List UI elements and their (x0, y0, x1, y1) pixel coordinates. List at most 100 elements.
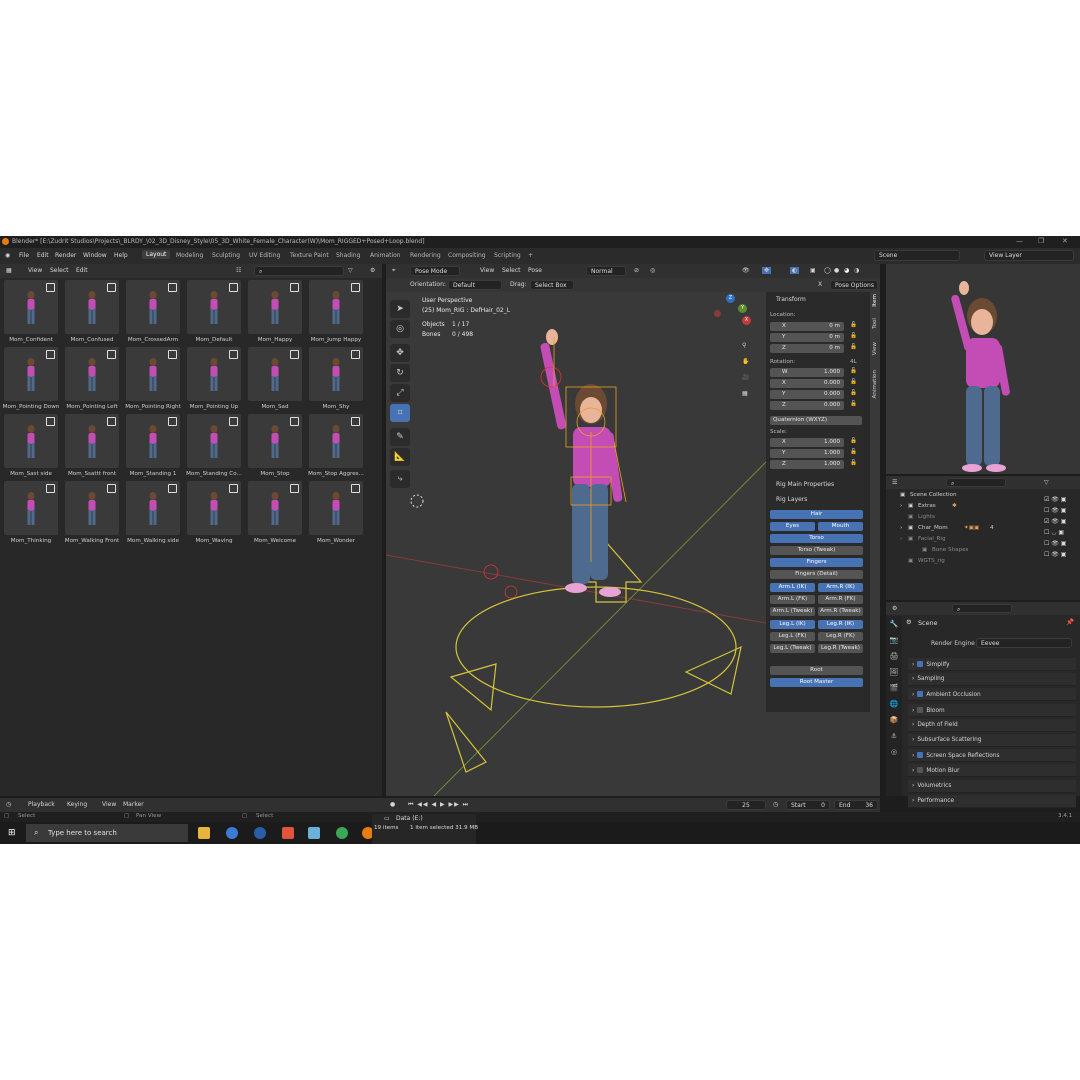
asset-thumbnail[interactable] (4, 481, 58, 535)
location-y-field[interactable]: Y0 m (770, 333, 844, 342)
playback-controls[interactable]: ⏮ ◀◀ ◀ ▶ ▶▶ ⏭ (408, 801, 469, 809)
lock-icon[interactable]: 🔓 (850, 438, 857, 444)
layer-leg-r-tweak-button[interactable]: Leg.R (Tweak) (818, 644, 863, 653)
layer-mouth-button[interactable]: Mouth (818, 522, 863, 531)
editor-type-icon[interactable]: ⚙ (892, 605, 897, 612)
render-section-depth-of-field[interactable]: › Depth of Field (908, 718, 1076, 732)
shading-wireframe-icon[interactable]: ◯ (824, 267, 831, 274)
menu-edit[interactable]: Edit (37, 252, 49, 259)
end-frame-field[interactable]: End 36 (834, 800, 878, 810)
editor-type-icon[interactable]: ◷ (6, 801, 11, 808)
enable-checkbox[interactable] (917, 706, 924, 713)
asset-thumbnail[interactable] (187, 347, 241, 401)
gizmo-z-axis[interactable]: Z (726, 294, 735, 303)
camera-view-icon[interactable]: 🎥 (742, 374, 749, 381)
edit-asset-icon[interactable] (290, 484, 299, 493)
explorer-preview-strip[interactable]: ▭ Data (E:) 19 items 1 item selected 31.… (372, 814, 478, 844)
add-workspace-button[interactable]: + (528, 252, 533, 259)
rotation-z-field[interactable]: Z 0.000 (770, 401, 844, 410)
proportional-edit-icon[interactable]: ◎ (650, 267, 655, 274)
asset-thumbnail[interactable] (187, 414, 241, 468)
render-engine-selector[interactable]: Eevee (976, 638, 1072, 648)
enable-checkbox[interactable] (917, 661, 924, 667)
visibility-icon[interactable]: 👁 (742, 267, 750, 274)
layer-leg-r-fk-button[interactable]: Leg.R (FK) (818, 632, 863, 641)
layer-root-master-button[interactable]: Root Master (770, 678, 863, 687)
pin-icon[interactable]: 📌 (1066, 618, 1074, 626)
editor-type-icon[interactable]: ⌖ (392, 267, 395, 275)
menu-file[interactable]: File (19, 252, 29, 259)
edit-asset-icon[interactable] (46, 283, 55, 292)
asset-thumbnail[interactable] (248, 481, 302, 535)
lock-icon[interactable]: 🔓 (850, 344, 857, 350)
sidebar-tab-view[interactable]: View (872, 342, 880, 355)
editor-type-icon[interactable]: ☰ (892, 479, 897, 486)
maximize-icon[interactable]: ❐ (1038, 237, 1044, 245)
menu-window[interactable]: Window (83, 252, 107, 259)
layer-leg-l-ik-button[interactable]: Leg.L (IK) (770, 620, 815, 629)
filter-icon[interactable]: ▽ (348, 267, 353, 274)
tool-measure[interactable]: 📐 (390, 448, 410, 466)
windows-start-icon[interactable]: ⊞ (8, 828, 16, 838)
asset-thumbnail[interactable] (4, 414, 58, 468)
asset-menu-view[interactable]: View (28, 267, 42, 274)
edit-asset-icon[interactable] (46, 417, 55, 426)
edit-asset-icon[interactable] (351, 484, 360, 493)
layer-fingers-detail-button[interactable]: Fingers (Detail) (770, 570, 863, 579)
workspace-tab-uv-editing[interactable]: UV Editing (249, 252, 280, 259)
rotation-lock-flag[interactable]: 4L (850, 359, 857, 365)
layer-fingers-button[interactable]: Fingers (770, 558, 863, 567)
timeline-menu-keying[interactable]: Keying (67, 801, 87, 808)
mirror-x-toggle[interactable]: X (818, 281, 822, 288)
edit-asset-icon[interactable] (107, 283, 116, 292)
editor-type-icon[interactable]: ▦ (6, 267, 12, 274)
workspace-tab-animation[interactable]: Animation (370, 252, 401, 259)
transform-space-selector[interactable]: Normal (586, 266, 626, 276)
asset-thumbnail[interactable] (126, 414, 180, 468)
render-section-screen-space-reflections[interactable]: › Screen Space Reflections (908, 749, 1076, 763)
rig-layers-header[interactable]: Rig Layers (776, 496, 807, 503)
layer-arm-r-fk-button[interactable]: Arm.R (FK) (818, 595, 863, 604)
rotation-x-field[interactable]: X 0.000 (770, 379, 844, 388)
render-section-motion-blur[interactable]: › Motion Blur (908, 764, 1076, 778)
asset-thumbnail[interactable] (65, 414, 119, 468)
workspace-tab-sculpting[interactable]: Sculpting (212, 252, 240, 259)
workspace-tab-texture-paint[interactable]: Texture Paint (290, 252, 329, 259)
edit-asset-icon[interactable] (107, 417, 116, 426)
scale-x-field[interactable]: X 1.000 (770, 438, 844, 447)
transform-panel-header[interactable]: Transform (776, 296, 806, 303)
layer-leg-l-tweak-button[interactable]: Leg.L (Tweak) (770, 644, 815, 653)
menu-help[interactable]: Help (114, 252, 128, 259)
timeline-menu-playback[interactable]: Playback (28, 801, 55, 808)
scale-z-field[interactable]: Z 1.000 (770, 460, 844, 469)
enable-checkbox[interactable] (917, 752, 924, 759)
edit-asset-icon[interactable] (290, 283, 299, 292)
workspace-tab-compositing[interactable]: Compositing (448, 252, 486, 259)
layer-eyes-button[interactable]: Eyes (770, 522, 815, 531)
edit-asset-icon[interactable] (351, 417, 360, 426)
taskbar-search-input[interactable]: ⌕ Type here to search (26, 824, 188, 842)
layer-hair-button[interactable]: Hair (770, 510, 863, 519)
render-section-simplify[interactable]: › Simplify (908, 658, 1076, 671)
properties-tab-column[interactable]: 🔧 📷 🖨 🖼 🎬 🌐 📦 ⚓ ◎ (886, 616, 902, 796)
asset-thumbnail[interactable] (65, 481, 119, 535)
scene-selector[interactable]: Scene (874, 250, 960, 261)
notes-app-icon[interactable] (308, 827, 320, 839)
edit-asset-icon[interactable] (229, 350, 238, 359)
orientation-selector[interactable]: Default (448, 280, 502, 290)
layer-arm-r-ik-button[interactable]: Arm.R (IK) (818, 583, 863, 592)
timeline-menu-view[interactable]: View (102, 801, 116, 808)
rotation-mode-selector[interactable]: Quaternion (WXYZ) (770, 416, 862, 425)
sidebar-tab-animation[interactable]: Animation (872, 370, 880, 399)
edit-asset-icon[interactable] (290, 350, 299, 359)
tool-rotate[interactable]: ↻ (390, 364, 410, 382)
tool-scale[interactable]: ⤢ (390, 384, 410, 402)
asset-thumbnail[interactable] (248, 347, 302, 401)
layer-torso-button[interactable]: Torso (770, 534, 863, 543)
rotation-w-field[interactable]: W 1.000 (770, 368, 844, 377)
asset-thumbnail[interactable] (309, 347, 363, 401)
location-x-field[interactable]: X0 m (770, 322, 844, 331)
tool-cursor[interactable]: ◎ (390, 320, 410, 338)
tool-annotate[interactable]: ✎ (390, 428, 410, 446)
navigation-gizmo[interactable]: Z Y X (712, 294, 752, 334)
